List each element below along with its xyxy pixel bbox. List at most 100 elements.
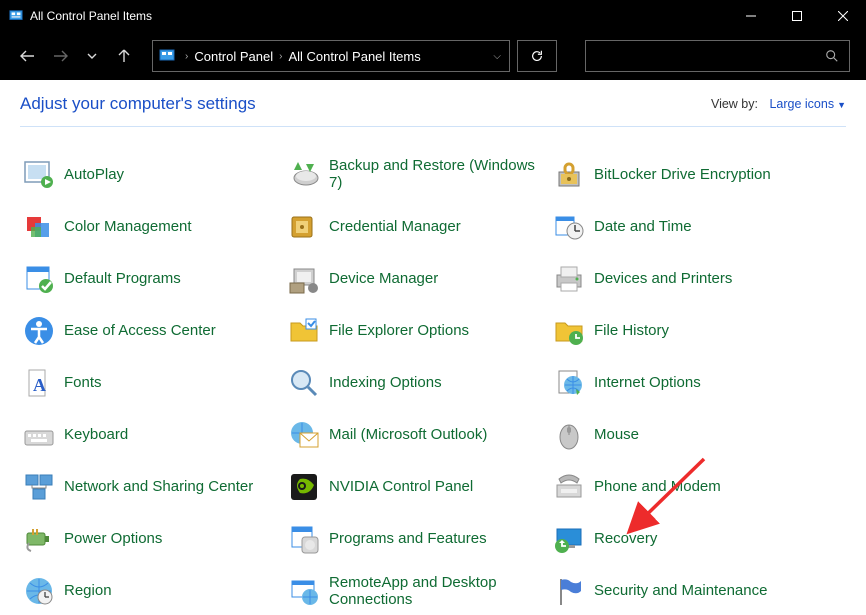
view-by-row: View by: Large icons▼ [711,97,846,111]
mouse-icon [552,418,586,452]
internet-icon [552,366,586,400]
item-power-options[interactable]: Power Options [22,522,287,556]
item-date-time[interactable]: Date and Time [552,210,817,244]
breadcrumb-control-panel[interactable]: Control Panel [192,49,275,64]
item-label: Date and Time [594,218,692,235]
history-dropdown[interactable] [80,44,104,68]
item-indexing-options[interactable]: Indexing Options [287,366,552,400]
item-phone-modem[interactable]: Phone and Modem [552,470,817,504]
item-file-history[interactable]: File History [552,314,817,348]
flag-icon [552,574,586,608]
recovery-icon [552,522,586,556]
control-panel-icon [8,8,24,24]
chevron-right-icon[interactable]: › [181,51,192,62]
item-label: Backup and Restore (Windows 7) [329,157,552,192]
item-label: Security and Maintenance [594,582,767,599]
chevron-right-icon[interactable]: › [275,51,286,62]
indexing-icon [287,366,321,400]
item-label: File Explorer Options [329,322,469,339]
item-label: File History [594,322,669,339]
view-by-dropdown[interactable]: Large icons▼ [769,97,846,111]
network-icon [22,470,56,504]
default-programs-icon [22,262,56,296]
item-security-maintenance[interactable]: Security and Maintenance [552,574,817,609]
item-bitlocker[interactable]: BitLocker Drive Encryption [552,157,817,192]
item-label: RemoteApp and Desktop Connections [329,574,552,609]
remoteapp-icon [287,574,321,608]
item-mail[interactable]: Mail (Microsoft Outlook) [287,418,552,452]
item-programs-features[interactable]: Programs and Features [287,522,552,556]
folder-options-icon [287,314,321,348]
item-keyboard[interactable]: Keyboard [22,418,287,452]
item-nvidia[interactable]: NVIDIA Control Panel [287,470,552,504]
forward-button[interactable] [48,44,72,68]
programs-icon [287,522,321,556]
item-label: Devices and Printers [594,270,732,287]
search-icon [825,49,839,63]
item-region[interactable]: Region [22,574,287,609]
refresh-button[interactable] [517,40,557,72]
content-area: Adjust your computer's settings View by:… [0,80,866,615]
item-default-programs[interactable]: Default Programs [22,262,287,296]
item-label: Network and Sharing Center [64,478,253,495]
item-label: Keyboard [64,426,128,443]
file-history-icon [552,314,586,348]
up-button[interactable] [112,44,136,68]
chevron-down-icon[interactable]: ⌵ [493,51,503,62]
item-remoteapp[interactable]: RemoteApp and Desktop Connections [287,574,552,609]
item-label: Region [64,582,112,599]
region-icon [22,574,56,608]
item-mouse[interactable]: Mouse [552,418,817,452]
svg-text:A: A [33,375,46,395]
power-icon [22,522,56,556]
navbar: › Control Panel › All Control Panel Item… [0,32,866,80]
minimize-button[interactable] [728,0,774,32]
device-manager-icon [287,262,321,296]
item-fonts[interactable]: A Fonts [22,366,287,400]
item-backup-restore[interactable]: Backup and Restore (Windows 7) [287,157,552,192]
item-ease-of-access[interactable]: Ease of Access Center [22,314,287,348]
mail-icon [287,418,321,452]
search-input[interactable] [585,40,850,72]
maximize-button[interactable] [774,0,820,32]
item-label: Ease of Access Center [64,322,216,339]
titlebar: All Control Panel Items [0,0,866,32]
nvidia-icon [287,470,321,504]
address-bar[interactable]: › Control Panel › All Control Panel Item… [152,40,510,72]
item-label: Fonts [64,374,102,391]
item-label: Mail (Microsoft Outlook) [329,426,487,443]
item-device-manager[interactable]: Device Manager [287,262,552,296]
item-internet-options[interactable]: Internet Options [552,366,817,400]
close-button[interactable] [820,0,866,32]
item-recovery[interactable]: Recovery [552,522,817,556]
backup-icon [287,157,321,191]
control-panel-icon [159,48,175,64]
back-button[interactable] [16,44,40,68]
item-network-sharing[interactable]: Network and Sharing Center [22,470,287,504]
color-icon [22,210,56,244]
item-file-explorer-options[interactable]: File Explorer Options [287,314,552,348]
item-label: Programs and Features [329,530,487,547]
item-label: Power Options [64,530,162,547]
item-label: Default Programs [64,270,181,287]
item-devices-printers[interactable]: Devices and Printers [552,262,817,296]
breadcrumb-all-items[interactable]: All Control Panel Items [286,49,422,64]
autoplay-icon [22,157,56,191]
item-label: Credential Manager [329,218,461,235]
item-label: Phone and Modem [594,478,721,495]
page-title: Adjust your computer's settings [20,94,256,114]
item-label: BitLocker Drive Encryption [594,166,771,183]
ease-of-access-icon [22,314,56,348]
item-label: Internet Options [594,374,701,391]
printer-icon [552,262,586,296]
item-label: AutoPlay [64,166,124,183]
item-label: Color Management [64,218,192,235]
item-credential-manager[interactable]: Credential Manager [287,210,552,244]
keyboard-icon [22,418,56,452]
fonts-icon: A [22,366,56,400]
bitlocker-icon [552,157,586,191]
view-by-label: View by: [711,97,758,111]
item-color-management[interactable]: Color Management [22,210,287,244]
item-label: Indexing Options [329,374,442,391]
item-autoplay[interactable]: AutoPlay [22,157,287,192]
